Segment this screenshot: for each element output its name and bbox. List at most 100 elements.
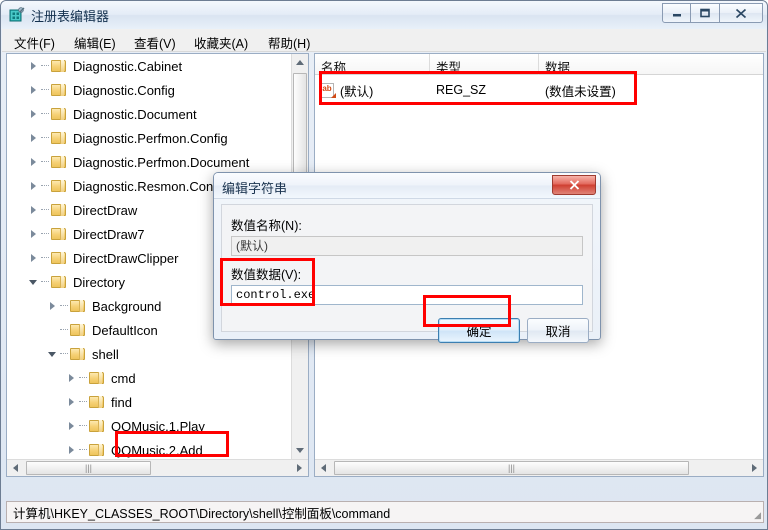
tree-scroll-left-icon[interactable]: [7, 460, 24, 476]
folder-icon: [70, 347, 87, 361]
chevron-right-icon[interactable]: [28, 85, 39, 96]
chevron-right-icon[interactable]: [66, 445, 77, 456]
folder-icon: [51, 83, 68, 97]
values-horizontal-scrollbar[interactable]: |||: [315, 459, 763, 476]
chevron-right-icon[interactable]: [28, 253, 39, 264]
window-controls: [662, 3, 763, 23]
value-name-label: 数值名称(N):: [231, 219, 302, 233]
ok-button[interactable]: 确定: [438, 318, 520, 343]
tree-scroll-up-icon[interactable]: [292, 54, 308, 71]
tree-item-label: DirectDraw: [73, 202, 138, 218]
tree-scroll-down-icon[interactable]: [292, 442, 308, 459]
column-header-name[interactable]: 名称: [315, 57, 346, 76]
menu-view[interactable]: 查看(V): [130, 32, 180, 53]
tree-guide-line: [41, 65, 49, 67]
column-header-type[interactable]: 类型: [430, 57, 461, 76]
tree-item-Diagnostic.Config[interactable]: Diagnostic.Config: [7, 78, 292, 102]
registry-editor-window: 注册表编辑器 文件(F) 编辑(E) 查看(V) 收藏夹(A) 帮助(H) Di…: [0, 0, 768, 530]
close-button[interactable]: [720, 3, 763, 23]
chevron-right-icon[interactable]: [28, 181, 39, 192]
tree-item-Diagnostic.Perfmon.Config[interactable]: Diagnostic.Perfmon.Config: [7, 126, 292, 150]
tree-item-Diagnostic.Cabinet[interactable]: Diagnostic.Cabinet: [7, 54, 292, 78]
dialog-title-bar: 编辑字符串: [214, 173, 600, 199]
value-data-field[interactable]: control.exe: [231, 285, 583, 305]
value-type: REG_SZ: [436, 83, 487, 97]
tree-guide-line: [41, 113, 49, 115]
thumb-grip: |||: [84, 462, 92, 473]
value-name-field: (默认): [231, 236, 583, 256]
column-divider-2[interactable]: [538, 54, 539, 75]
folder-icon: [89, 419, 106, 433]
chevron-right-icon[interactable]: [47, 301, 58, 312]
status-path: 计算机\HKEY_CLASSES_ROOT\Directory\shell\控制…: [13, 506, 391, 521]
folder-icon: [89, 443, 106, 457]
tree-item-QQMusic.1.Play[interactable]: QQMusic.1.Play: [7, 414, 292, 438]
folder-icon: [51, 251, 68, 265]
regedit-icon: [8, 6, 26, 24]
tree-guide-line: [41, 209, 49, 211]
tree-item-label: QQMusic.2.Add: [111, 442, 203, 458]
resize-grip-icon[interactable]: ◢: [754, 510, 761, 521]
chevron-down-icon[interactable]: [47, 349, 58, 360]
tree-item-label: Diagnostic.Cabinet: [73, 58, 183, 74]
chevron-down-icon[interactable]: [28, 277, 39, 288]
column-divider-1[interactable]: [429, 54, 430, 75]
maximize-button[interactable]: [691, 3, 720, 23]
table-row[interactable]: ab (默认) REG_SZ (数值未设置): [315, 79, 763, 101]
tree-item-label: Diagnostic.Perfmon.Config: [73, 130, 228, 146]
value-name: (默认): [340, 84, 374, 99]
chevron-right-icon[interactable]: [66, 373, 77, 384]
menu-edit[interactable]: 编辑(E): [70, 32, 120, 53]
cancel-button[interactable]: 取消: [527, 318, 589, 343]
tree-guide-line: [41, 233, 49, 235]
values-scroll-right-icon[interactable]: [746, 460, 763, 476]
chevron-right-icon[interactable]: [28, 205, 39, 216]
folder-icon: [70, 299, 87, 313]
dialog-title: 编辑字符串: [222, 181, 288, 196]
folder-icon: [51, 131, 68, 145]
tree-item-Diagnostic.Perfmon.Document[interactable]: Diagnostic.Perfmon.Document: [7, 150, 292, 174]
folder-icon: [51, 179, 68, 193]
menu-help[interactable]: 帮助(H): [264, 32, 314, 53]
values-horizontal-thumb[interactable]: |||: [334, 461, 689, 475]
chevron-right-icon[interactable]: [28, 229, 39, 240]
chevron-right-icon[interactable]: [28, 133, 39, 144]
tree-item-find[interactable]: find: [7, 390, 292, 414]
tree-horizontal-thumb[interactable]: |||: [26, 461, 151, 475]
values-scroll-left-icon[interactable]: [315, 460, 332, 476]
tree-guide-line: [60, 353, 68, 355]
tree-scroll-right-icon[interactable]: [291, 460, 308, 476]
dialog-close-button[interactable]: [552, 175, 596, 195]
folder-icon: [51, 275, 68, 289]
tree-guide-line: [60, 329, 68, 331]
thumb-grip: |||: [507, 462, 515, 473]
chevron-right-icon[interactable]: [28, 109, 39, 120]
tree-guide-line: [41, 257, 49, 259]
tree-item-label: DefaultIcon: [92, 322, 158, 338]
column-header-data[interactable]: 数据: [539, 57, 570, 76]
tree-item-Diagnostic.Document[interactable]: Diagnostic.Document: [7, 102, 292, 126]
folder-icon: [51, 107, 68, 121]
menu-bar: 文件(F) 编辑(E) 查看(V) 收藏夹(A) 帮助(H): [2, 29, 766, 52]
chevron-right-icon[interactable]: [28, 157, 39, 168]
folder-icon: [51, 203, 68, 217]
edit-string-dialog: 编辑字符串 数值名称(N): (默认) 数值数据(V): control.exe…: [213, 172, 601, 343]
chevron-right-icon[interactable]: [66, 421, 77, 432]
menu-file[interactable]: 文件(F): [10, 32, 59, 53]
tree-guide-line: [79, 377, 87, 379]
tree-item-shell[interactable]: shell: [7, 342, 292, 366]
tree-horizontal-scrollbar[interactable]: |||: [7, 459, 308, 476]
tree-guide-line: [79, 401, 87, 403]
chevron-right-icon[interactable]: [28, 61, 39, 72]
menu-favorites[interactable]: 收藏夹(A): [190, 32, 252, 53]
dialog-body: 数值名称(N): (默认) 数值数据(V): control.exe 确定 取消: [221, 204, 593, 343]
tree-item-label: Diagnostic.Resmon.Config: [73, 178, 227, 194]
chevron-right-icon[interactable]: [66, 397, 77, 408]
tree-item-label: QQMusic.1.Play: [111, 418, 205, 434]
tree-item-cmd[interactable]: cmd: [7, 366, 292, 390]
value-data: (数值未设置): [545, 84, 616, 99]
folder-icon: [51, 155, 68, 169]
title-bar: 注册表编辑器: [1, 1, 767, 29]
minimize-button[interactable]: [662, 3, 691, 23]
